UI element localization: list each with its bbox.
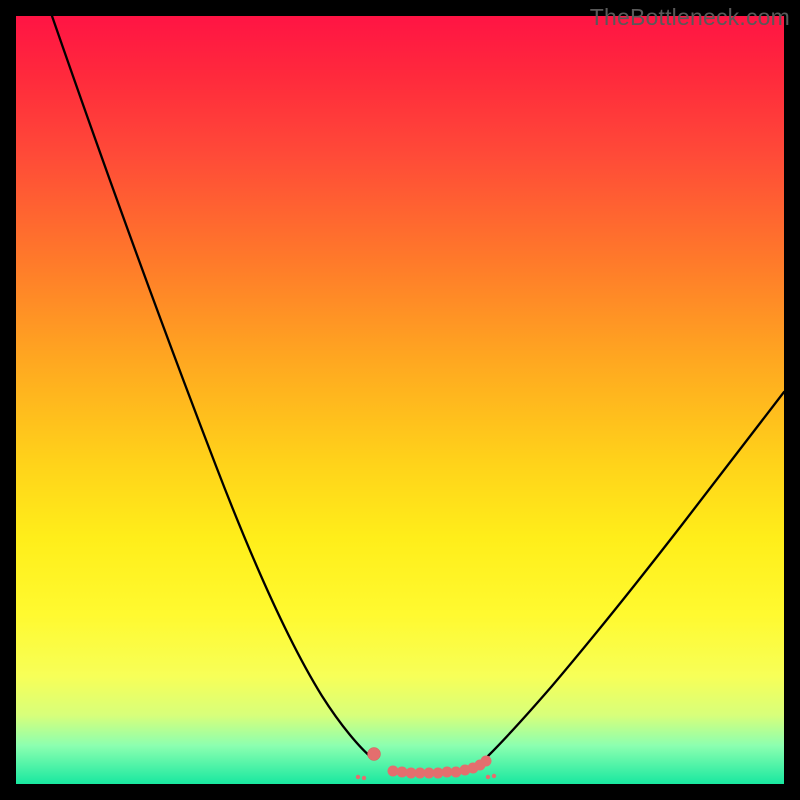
chart-plot-area — [16, 16, 784, 784]
dot-cluster — [356, 748, 496, 781]
right-curve — [488, 392, 784, 756]
chart-svg — [16, 16, 784, 784]
left-curve — [52, 16, 372, 758]
watermark-text: TheBottleneck.com — [590, 4, 790, 31]
